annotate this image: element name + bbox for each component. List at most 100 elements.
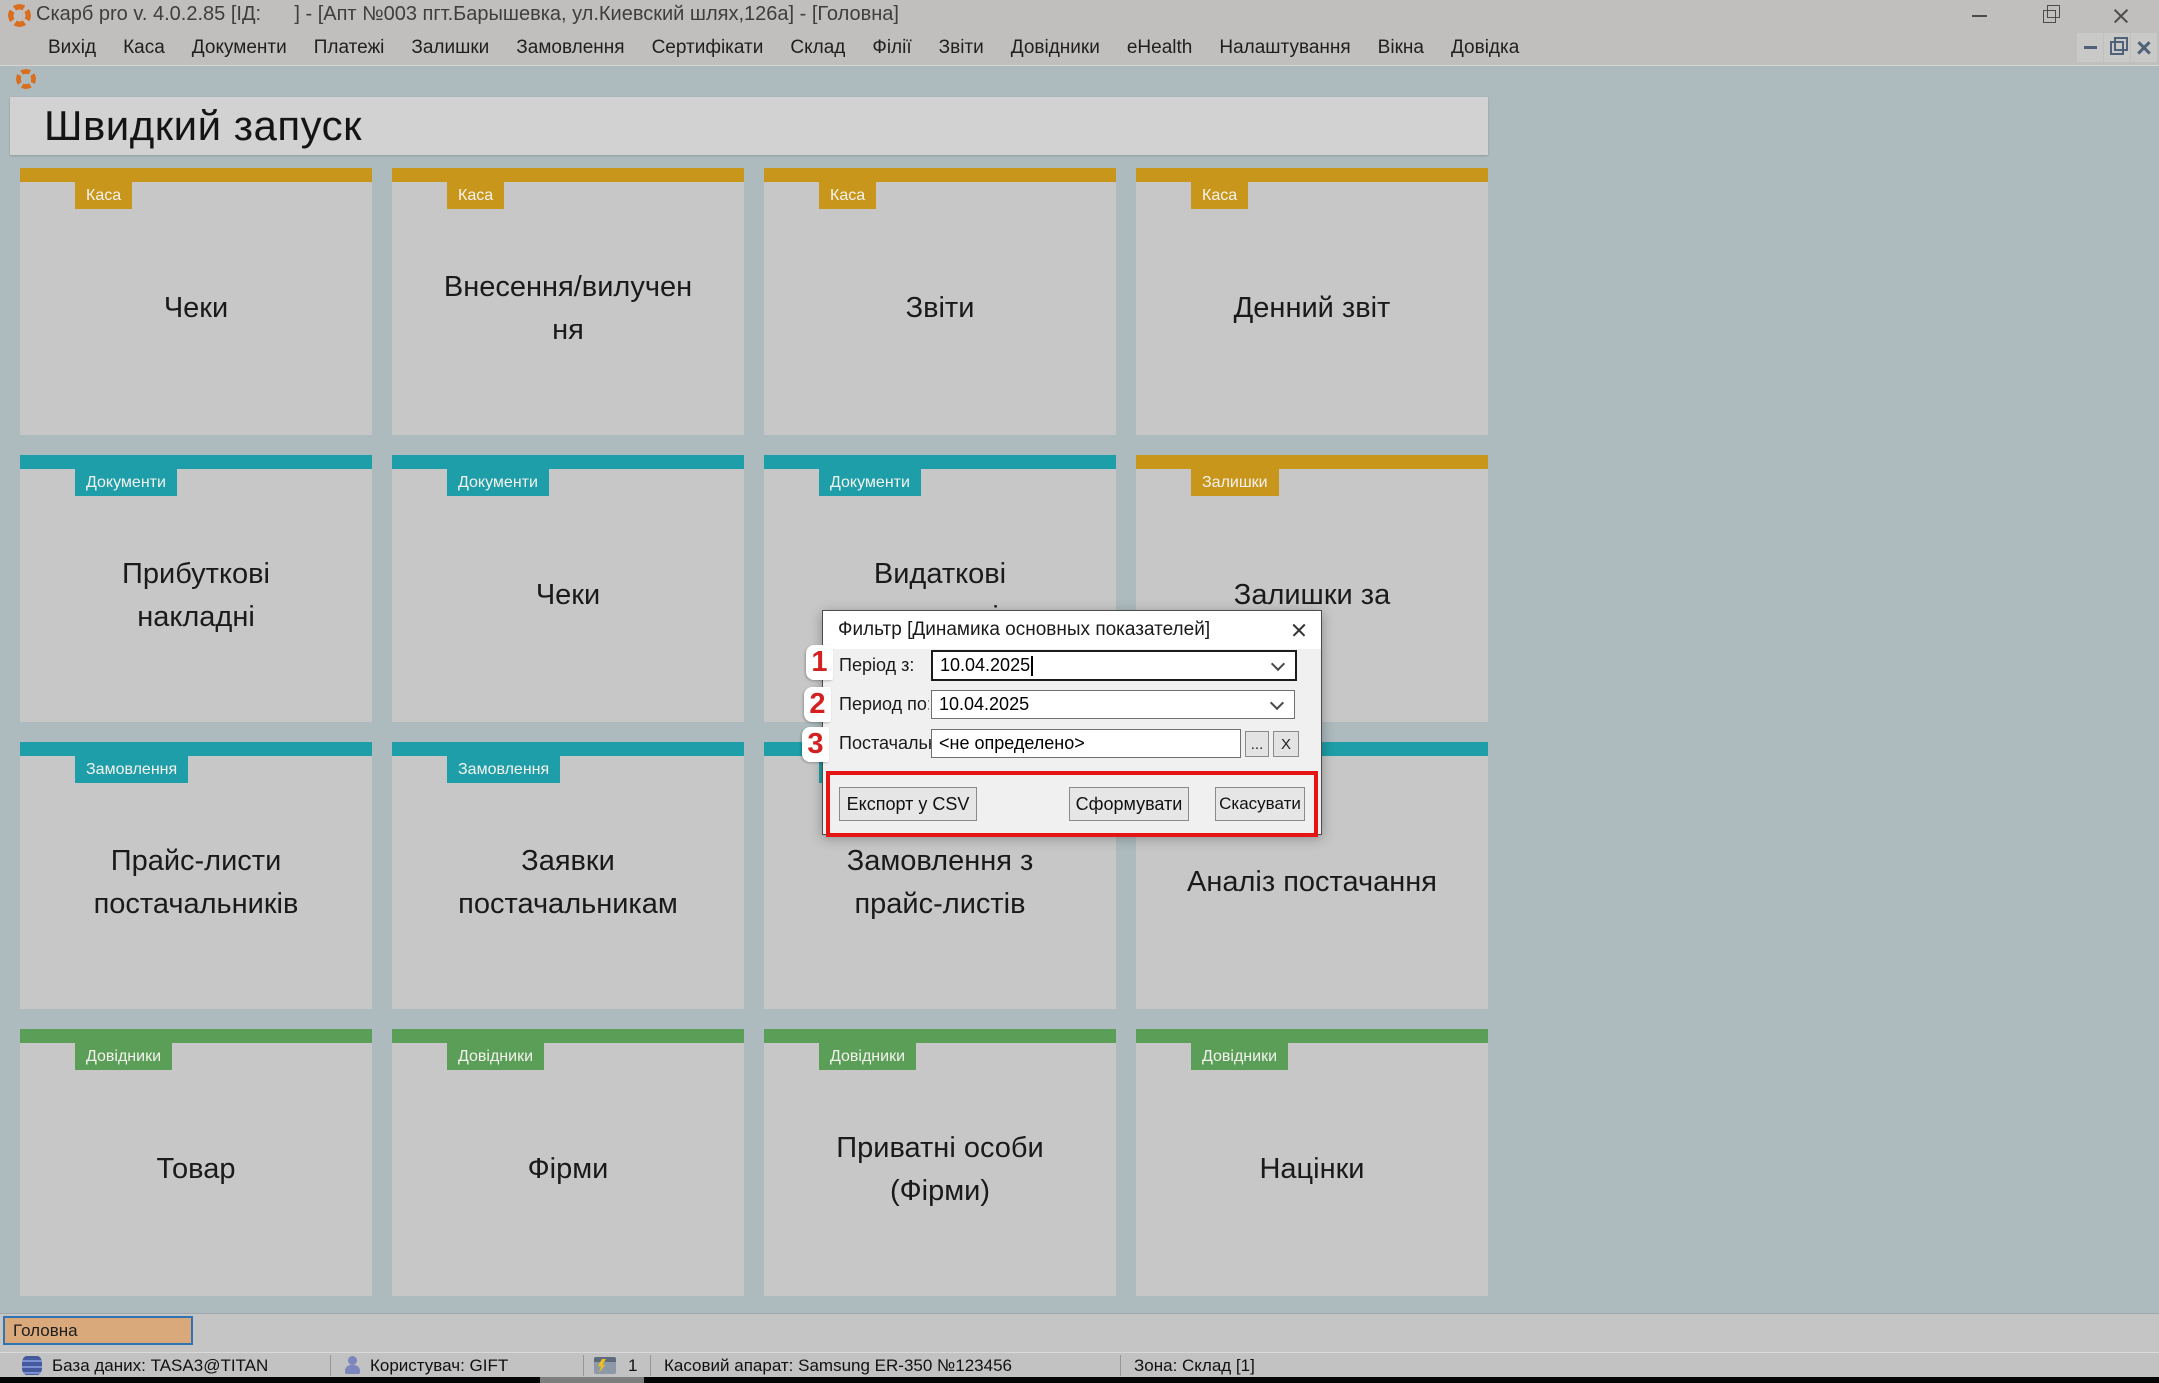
menu-item-zamovlennia[interactable]: Замовлення: [516, 37, 624, 59]
period-from-label: Період з:: [839, 650, 929, 680]
quick-launch-title: Швидкий запуск: [44, 102, 362, 150]
supplier-clear-button[interactable]: X: [1273, 731, 1299, 757]
export-csv-button[interactable]: Експорт у CSV: [839, 787, 977, 821]
close-icon: [1291, 629, 1307, 631]
menu-item-ehealth[interactable]: eHealth: [1127, 37, 1193, 59]
chevron-down-icon[interactable]: [1271, 656, 1285, 670]
lightning-icon: [597, 1359, 606, 1373]
cancel-button[interactable]: Скасувати: [1215, 787, 1305, 821]
menu-item-platezhi[interactable]: Платежі: [314, 37, 385, 59]
status-bar: База даних: TASA3@TITAN Користувач: GIFT…: [0, 1352, 2159, 1378]
tile-label: Приватні особи (Фірми): [764, 1043, 1116, 1296]
mdi-minimize-icon: [2084, 46, 2097, 49]
mdi-minimize-button[interactable]: [2077, 33, 2103, 62]
mdi-close-button[interactable]: [2131, 33, 2157, 62]
supplier-browse-button[interactable]: ...: [1245, 731, 1269, 757]
restore-icon: [2043, 10, 2056, 23]
tile-label: Націнки: [1136, 1043, 1488, 1296]
tile-category-bar: [1136, 168, 1488, 182]
tile-doc-cheky[interactable]: ДокументиЧеки: [392, 455, 744, 722]
menu-item-dovidka[interactable]: Довідка: [1451, 37, 1519, 59]
tile-zam-price-lists[interactable]: ЗамовленняПрайс-листи постачальників: [20, 742, 372, 1009]
menu-item-filii[interactable]: Філії: [872, 37, 911, 59]
tile-category-bar: [764, 1029, 1116, 1043]
supplier-value: <не определено>: [939, 733, 1085, 754]
quick-launch-header: Швидкий запуск: [10, 97, 1488, 155]
mdi-restore-icon: [2110, 41, 2124, 55]
tile-label: Фірми: [392, 1043, 744, 1296]
menu-item-kasa[interactable]: Каса: [123, 37, 165, 59]
application-window: Скарб pro v. 4.0.2.85 [ІД: ] - [Апт №003…: [0, 0, 2159, 1383]
tile-label: Внесення/вилучен ня: [392, 182, 744, 435]
tile-zam-zaiavky[interactable]: ЗамовленняЗаявки постачальникам: [392, 742, 744, 1009]
menu-item-sklad[interactable]: Склад: [790, 37, 845, 59]
status-zone: Зона: Склад [1]: [1134, 1353, 1255, 1378]
menu-item-zalyshky[interactable]: Залишки: [411, 37, 489, 59]
period-to-combobox[interactable]: 10.04.2025: [931, 690, 1295, 719]
annotation-number-3: 3: [802, 727, 829, 762]
tile-label: Товар: [20, 1043, 372, 1296]
menu-item-vykhid[interactable]: Вихід: [48, 37, 96, 59]
status-cash-count: 1: [628, 1353, 637, 1378]
taskbar-notch: [540, 1377, 644, 1383]
status-cash-register: Касовий апарат: Samsung ER-350 №123456: [664, 1353, 1012, 1378]
menu-bar: Вихід Каса Документи Платежі Залишки Зам…: [0, 30, 2159, 66]
status-divider: [650, 1355, 651, 1376]
tile-category-bar: [764, 168, 1116, 182]
menu-item-nalashtuvannia[interactable]: Налаштування: [1219, 37, 1350, 59]
tile-kasa-cheky[interactable]: КасаЧеки: [20, 168, 372, 435]
minimize-button[interactable]: [1962, 4, 1996, 28]
status-database: База даних: TASA3@TITAN: [52, 1353, 268, 1378]
tile-label: Чеки: [392, 469, 744, 722]
menu-items: Вихід Каса Документи Платежі Залишки Зам…: [48, 30, 1519, 65]
tile-kasa-dennyi-zvit[interactable]: КасаДенний звіт: [1136, 168, 1488, 435]
tile-dov-natsinky[interactable]: ДовідникиНацінки: [1136, 1029, 1488, 1296]
tile-label: Заявки постачальникам: [392, 756, 744, 1009]
menu-item-dokumenty[interactable]: Документи: [192, 37, 287, 59]
chevron-down-icon[interactable]: [1270, 695, 1284, 709]
window-title: Скарб pro v. 4.0.2.85 [ІД: ] - [Апт №003…: [36, 3, 899, 26]
tile-dov-firmy[interactable]: ДовідникиФірми: [392, 1029, 744, 1296]
tile-category-bar: [392, 1029, 744, 1043]
tile-category-bar: [20, 742, 372, 756]
tile-category-bar: [20, 168, 372, 182]
screen-bottom-strip: [0, 1377, 2159, 1383]
mdi-close-icon: [2135, 39, 2153, 57]
filter-dialog-title: Фильтр [Динамика основных показателей]: [838, 611, 1210, 649]
period-from-combobox[interactable]: 10.04.2025: [931, 650, 1297, 681]
supplier-label: Постачальни: [839, 728, 931, 758]
app-logo-icon: [8, 4, 31, 27]
status-divider: [1120, 1355, 1121, 1376]
title-bar: Скарб pro v. 4.0.2.85 [ІД: ] - [Апт №003…: [0, 0, 2159, 30]
tab-holovna[interactable]: Головна: [3, 1316, 193, 1345]
generate-button[interactable]: Сформувати: [1069, 787, 1189, 821]
tile-category-bar: [392, 168, 744, 182]
clear-x-icon: X: [1281, 736, 1291, 753]
period-to-value: 10.04.2025: [939, 694, 1029, 715]
tile-category-bar: [20, 1029, 372, 1043]
menu-item-zvity[interactable]: Звіти: [939, 37, 984, 59]
status-user: Користувач: GIFT: [370, 1353, 508, 1378]
tile-dov-tovar[interactable]: ДовідникиТовар: [20, 1029, 372, 1296]
status-divider: [583, 1355, 584, 1376]
tile-dov-pryvatni-osoby[interactable]: ДовідникиПриватні особи (Фірми): [764, 1029, 1116, 1296]
ellipsis-icon: ...: [1251, 736, 1264, 753]
close-button[interactable]: [2104, 4, 2138, 28]
menu-item-sertyfikaty[interactable]: Сертифікати: [652, 37, 764, 59]
tile-doc-prybutkovi-nakladni[interactable]: ДокументиПрибуткові накладні: [20, 455, 372, 722]
tile-kasa-vnesennia-vyluchennia[interactable]: КасаВнесення/вилучен ня: [392, 168, 744, 435]
supplier-field[interactable]: <не определено>: [931, 729, 1241, 758]
restore-button[interactable]: [2032, 4, 2066, 28]
menu-app-logo-icon: [16, 69, 36, 89]
mdi-restore-button[interactable]: [2104, 33, 2130, 62]
tile-category-bar: [392, 455, 744, 469]
tile-label: Чеки: [20, 182, 372, 435]
tile-label: Звіти: [764, 182, 1116, 435]
tile-kasa-zvity[interactable]: КасаЗвіти: [764, 168, 1116, 435]
menu-item-vikna[interactable]: Вікна: [1378, 37, 1424, 59]
period-from-value: 10.04.2025: [940, 655, 1030, 676]
dialog-close-button[interactable]: [1285, 617, 1313, 643]
annotation-number-2: 2: [804, 687, 831, 722]
text-caret: [1031, 656, 1033, 676]
menu-item-dovidnyky[interactable]: Довідники: [1011, 37, 1100, 59]
